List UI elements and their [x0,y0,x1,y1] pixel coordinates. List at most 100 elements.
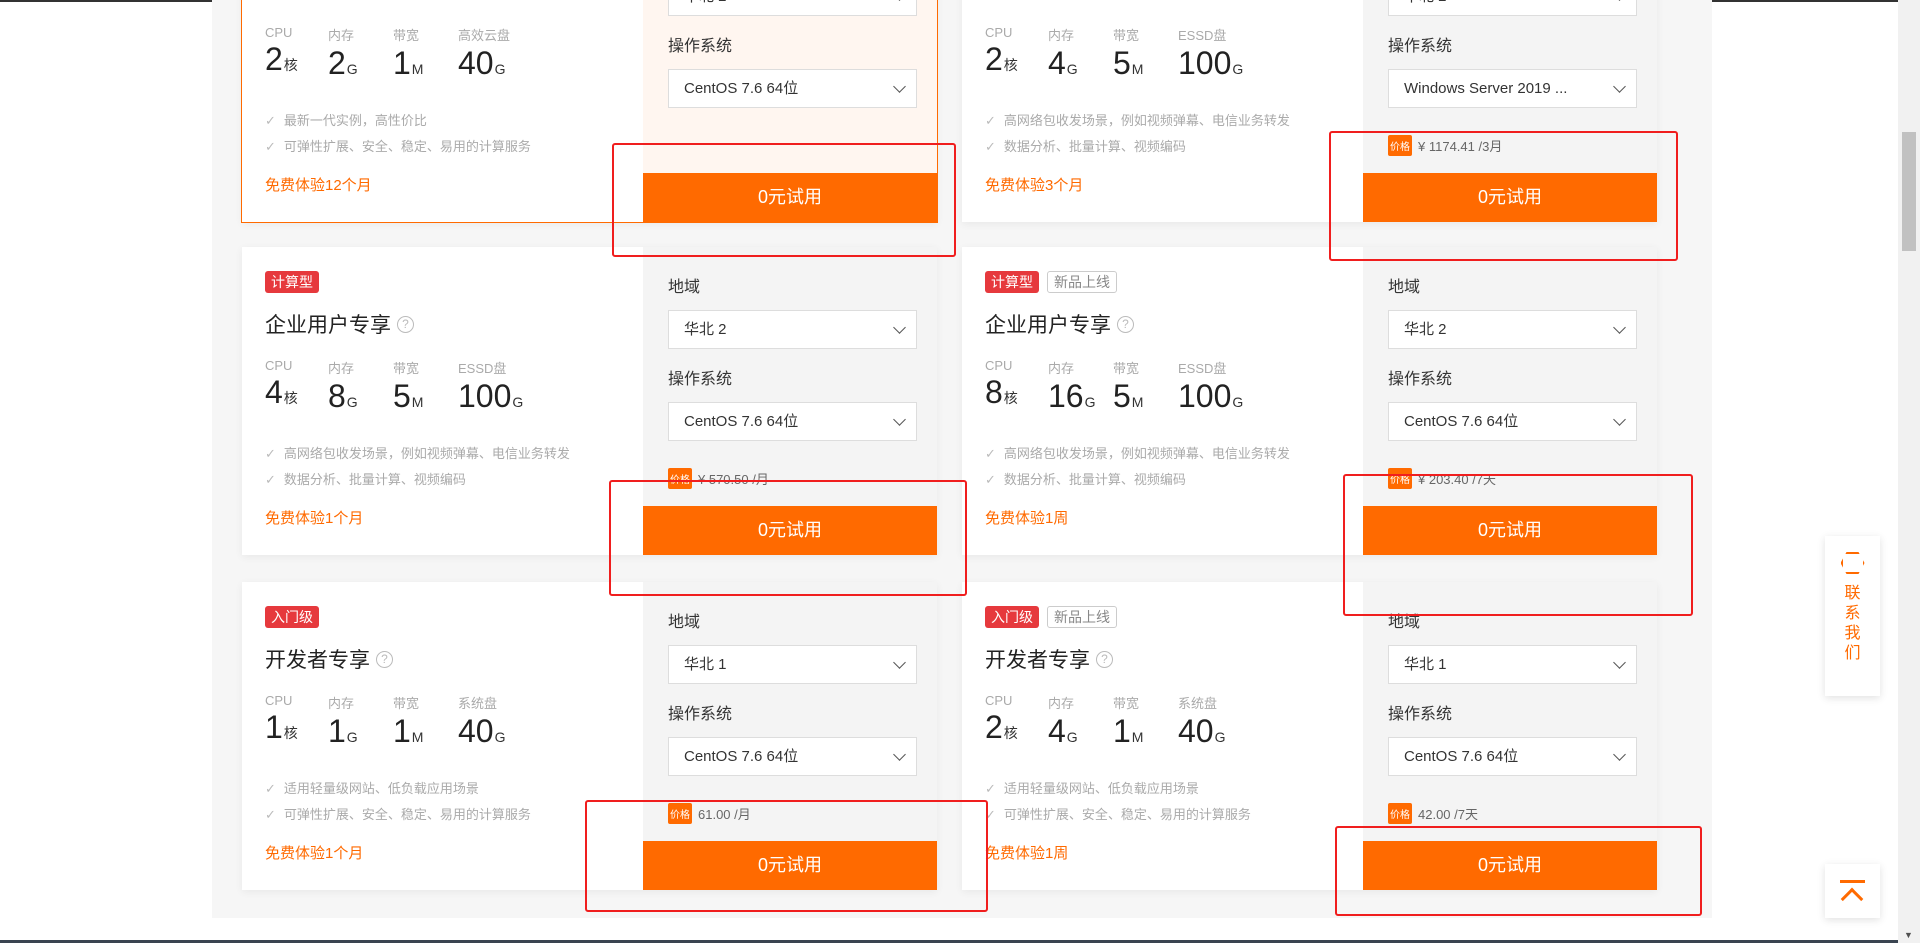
price-badge: 价格 [1388,803,1412,824]
price: 价格 ¥ 203.40 /7天 [1388,468,1496,489]
feature-item: ✓ 高网络包收发场景，例如视频弹幕、电信业务转发 [985,446,1290,461]
free-trial-text: 免费体验1个月 [265,845,364,862]
help-icon[interactable]: ? [397,315,414,333]
feature-item: ✓ 适用轻量级网站、低负载应用场景 [985,781,1199,796]
spec: ESSD盘 100G [1178,25,1258,87]
feature-item: ✓ 可弹性扩展、安全、稳定、易用的计算服务 [265,139,531,154]
spec: 高效云盘 40G [458,25,538,87]
region-label: 地域 [668,614,701,631]
os-select[interactable]: CentOS 7.6 64位 [668,402,917,441]
scrollbar-thumb[interactable] [1902,132,1916,251]
spec-value: 40G [458,45,506,81]
spec-label: 高效云盘 [458,28,511,43]
help-icon[interactable]: ? [376,650,393,668]
os-select[interactable]: CentOS 7.6 64位 [668,69,917,108]
feature-item: ✓ 可弹性扩展、安全、稳定、易用的计算服务 [265,807,531,822]
region-select[interactable]: 华北 2 [668,310,917,349]
config-panel: 地域 华北 2 操作系统 CentOS 7.6 64位价格 ¥ 570.50 /月… [643,247,937,555]
chevron-down-icon [1613,321,1626,334]
feature-item: ✓ 数据分析、批量计算、视频编码 [985,139,1186,154]
card-title: 开发者专享? [985,644,1113,674]
back-to-top-icon [1840,880,1865,883]
trial-button[interactable]: 0元试用 [643,841,937,890]
check-icon: ✓ [265,446,276,461]
region-label: 地域 [668,279,701,296]
os-label: 操作系统 [1388,38,1453,55]
spec-label: ESSD盘 [1178,361,1227,376]
card-info: 计算型 企业用户专享? CPU 4核 内存 8G 带宽 5M ESSD盘 100G ✓ 高网络包收发场… [242,247,643,555]
help-icon[interactable]: ? [1117,315,1134,333]
trial-button[interactable]: 0元试用 [643,506,937,555]
check-icon: ✓ [985,807,996,822]
os-label: 操作系统 [668,371,733,388]
os-select[interactable]: CentOS 7.6 64位 [1388,402,1637,441]
chat-icon [1840,552,1865,574]
chevron-down-icon [1613,748,1626,761]
chevron-down-icon [893,0,906,1]
scrollbar[interactable]: ▼ [1898,0,1920,943]
chevron-down-icon [893,80,906,93]
check-icon: ✓ [985,446,996,461]
region-label: 地域 [1388,614,1421,631]
region-select[interactable]: 华北 1 [1388,645,1637,684]
os-label: 操作系统 [1388,706,1453,723]
chevron-down-icon [893,748,906,761]
price: 价格 ¥ 570.50 /月 [668,468,769,489]
check-icon: ✓ [265,781,276,796]
feature-item: ✓ 可弹性扩展、安全、稳定、易用的计算服务 [985,807,1251,822]
config-panel: 地域 华北 1 操作系统 CentOS 7.6 64位 价格 61.00 /月 0元试… [643,582,937,890]
tag-badge: 入门级 [265,606,319,628]
product-card: CPU 2核 内存 2G 带宽 1M 高效云盘 40G ✓ 最新一代实例，高性价比 ✓ 可弹性扩展、安… [241,0,938,223]
region-select[interactable]: 华北 2 [1388,0,1637,16]
arrow-up-icon [1840,887,1864,911]
card-title: 开发者专享? [265,644,393,674]
card-title: 企业用户专享? [265,309,414,339]
spec-value: 40G [458,713,506,749]
spec: ESSD盘 100G [458,358,538,420]
contact-us-button[interactable]: 联系我们 [1825,536,1880,696]
back-to-top-button[interactable] [1825,864,1880,918]
os-select[interactable]: Windows Server 2019 ... [1388,69,1637,108]
feature-item: ✓ 数据分析、批量计算、视频编码 [265,472,466,487]
price-badge: 价格 [668,803,692,824]
spec: 系统盘 40G [458,693,538,755]
region-select[interactable]: 华北 1 [668,645,917,684]
os-select[interactable]: CentOS 7.6 64位 [668,737,917,776]
region-select[interactable]: 华北 2 [668,0,917,16]
badges: 入门级 新品上线 [985,606,1117,628]
card-info: CPU 2核 内存 2G 带宽 1M 高效云盘 40G ✓ 最新一代实例，高性价比 ✓ 可弹性扩展、安… [242,0,643,222]
card-info: 入门级 新品上线 开发者专享? CPU 2核 内存 4G 带宽 1M 系统盘 40G ✓ 适用轻量级网站… [962,582,1363,890]
chevron-down-icon [1613,0,1626,1]
region-select[interactable]: 华北 2 [1388,310,1637,349]
spec: ESSD盘 100G [1178,358,1258,420]
chevron-down-icon [893,656,906,669]
spec-value: 100G [458,378,524,414]
tag-badge: 计算型 [985,271,1039,293]
spec-label: 系统盘 [458,696,498,711]
region-label: 地域 [1388,279,1421,296]
os-select[interactable]: CentOS 7.6 64位 [1388,737,1637,776]
feature-item: ✓ 高网络包收发场景，例如视频弹幕、电信业务转发 [265,446,570,461]
trial-button[interactable]: 0元试用 [1363,841,1657,890]
free-trial-text: 免费体验3个月 [985,177,1084,194]
os-label: 操作系统 [668,706,733,723]
title-text: 开发者专享 [985,649,1090,672]
chevron-down-icon [1613,80,1626,93]
card-info: 入门级 开发者专享? CPU 1核 内存 1G 带宽 1M 系统盘 40G ✓ 适用轻量级网站、低负载… [242,582,643,890]
free-trial-text: 免费体验12个月 [265,177,372,194]
trial-button[interactable]: 0元试用 [643,173,937,222]
trial-button[interactable]: 0元试用 [1363,173,1657,222]
help-icon[interactable]: ? [1096,650,1113,668]
tag-badge: 入门级 [985,606,1039,628]
card-title: 企业用户专享? [985,309,1134,339]
card-info: CPU 2核 内存 4G 带宽 5M ESSD盘 100G ✓ 高网络包收发场景，例如视频弹幕、电… [962,0,1363,222]
spec-value: 100G [1178,378,1244,414]
price: 价格 42.00 /7天 [1388,803,1478,824]
product-card: 计算型 企业用户专享? CPU 4核 内存 8G 带宽 5M ESSD盘 100G ✓ 高网络包收发场… [242,247,937,555]
trial-button[interactable]: 0元试用 [1363,506,1657,555]
scroll-down-arrow-icon[interactable]: ▼ [1904,930,1913,940]
config-panel: 地域 华北 2 操作系统 CentOS 7.6 64位0元试用 [643,0,937,222]
check-icon: ✓ [985,781,996,796]
spec: 系统盘 40G [1178,693,1258,755]
price-badge: 价格 [1388,468,1412,489]
